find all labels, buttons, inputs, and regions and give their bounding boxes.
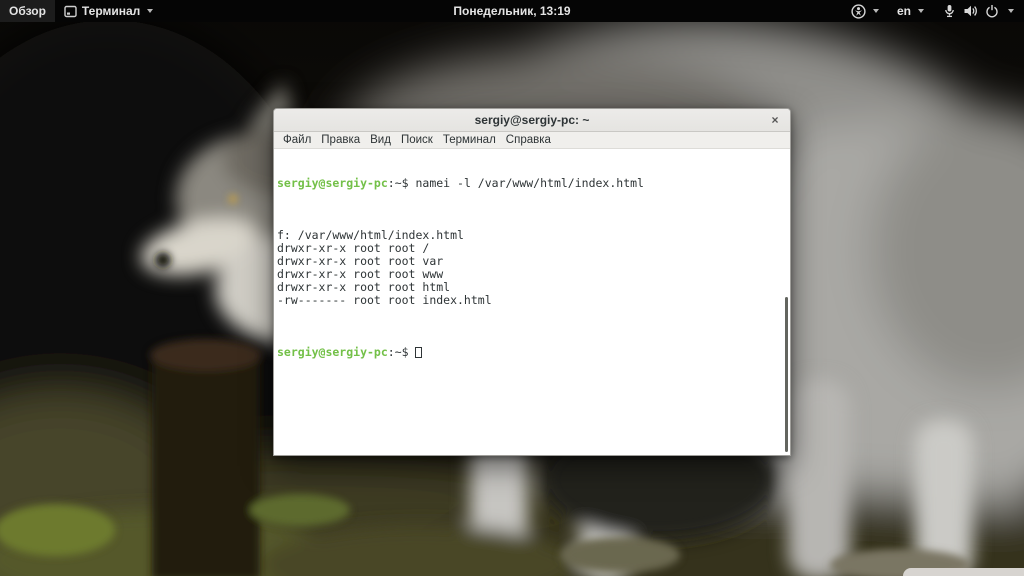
volume-icon: [963, 4, 978, 18]
titlebar[interactable]: sergiy@sergiy-pc: ~ ×: [274, 109, 790, 132]
clock-label: Понедельник, 13:19: [453, 4, 570, 18]
activities-button[interactable]: Обзор: [0, 0, 55, 22]
app-menu-button[interactable]: Терминал: [55, 0, 162, 22]
top-bar-right: en: [842, 0, 1024, 22]
menu-item[interactable]: Файл: [278, 132, 316, 148]
terminal-cursor: [415, 347, 422, 358]
terminal-prompt-line: sergiy@sergiy-pc:~$: [277, 346, 782, 359]
chevron-down-icon: [918, 9, 924, 13]
scrollbar[interactable]: [783, 149, 790, 455]
chevron-down-icon: [1008, 9, 1014, 13]
accessibility-icon: [851, 4, 866, 19]
command-text: namei -l /var/www/html/index.html: [415, 176, 643, 190]
keyboard-layout-label: en: [897, 4, 911, 18]
window-title: sergiy@sergiy-pc: ~: [274, 113, 790, 127]
terminal-output-line: -rw------- root root index.html: [277, 294, 782, 307]
scrollbar-thumb[interactable]: [785, 297, 788, 452]
menu-item[interactable]: Правка: [316, 132, 365, 148]
activities-label: Обзор: [9, 4, 46, 18]
dialog-corner: [903, 568, 1024, 576]
menu-item[interactable]: Поиск: [396, 132, 438, 148]
terminal-window: sergiy@sergiy-pc: ~ × ФайлПравкаВидПоиск…: [273, 108, 791, 456]
prompt-user: sergiy@sergiy-pc: [277, 176, 388, 190]
keyboard-layout-button[interactable]: en: [888, 0, 933, 22]
menu-bar: ФайлПравкаВидПоискТерминалСправка: [274, 132, 790, 149]
terminal-output: f: /var/www/html/index.htmldrwxr-xr-x ro…: [277, 229, 782, 307]
terminal-app-icon: [64, 5, 77, 18]
terminal-command-line: sergiy@sergiy-pc:~$ namei -l /var/www/ht…: [277, 177, 782, 190]
desktop: Обзор Терминал Понедельник, 13:19: [0, 0, 1024, 576]
terminal-screen[interactable]: sergiy@sergiy-pc:~$ namei -l /var/www/ht…: [274, 149, 790, 455]
power-icon: [985, 4, 999, 18]
microphone-icon: [943, 4, 956, 18]
menu-item[interactable]: Справка: [501, 132, 556, 148]
system-menu-button[interactable]: [933, 0, 1024, 22]
app-menu-label: Терминал: [82, 4, 140, 18]
menu-item[interactable]: Вид: [365, 132, 396, 148]
menu-item[interactable]: Терминал: [438, 132, 501, 148]
close-button[interactable]: ×: [767, 112, 783, 128]
prompt-suffix: :~$: [388, 176, 416, 190]
chevron-down-icon: [873, 9, 879, 13]
chevron-down-icon: [147, 9, 153, 13]
top-bar-left: Обзор Терминал: [0, 0, 162, 22]
prompt-suffix: :~$: [388, 345, 416, 359]
prompt-user: sergiy@sergiy-pc: [277, 345, 388, 359]
top-bar: Обзор Терминал Понедельник, 13:19: [0, 0, 1024, 22]
accessibility-menu-button[interactable]: [842, 0, 888, 22]
clock-button[interactable]: Понедельник, 13:19: [443, 0, 580, 22]
